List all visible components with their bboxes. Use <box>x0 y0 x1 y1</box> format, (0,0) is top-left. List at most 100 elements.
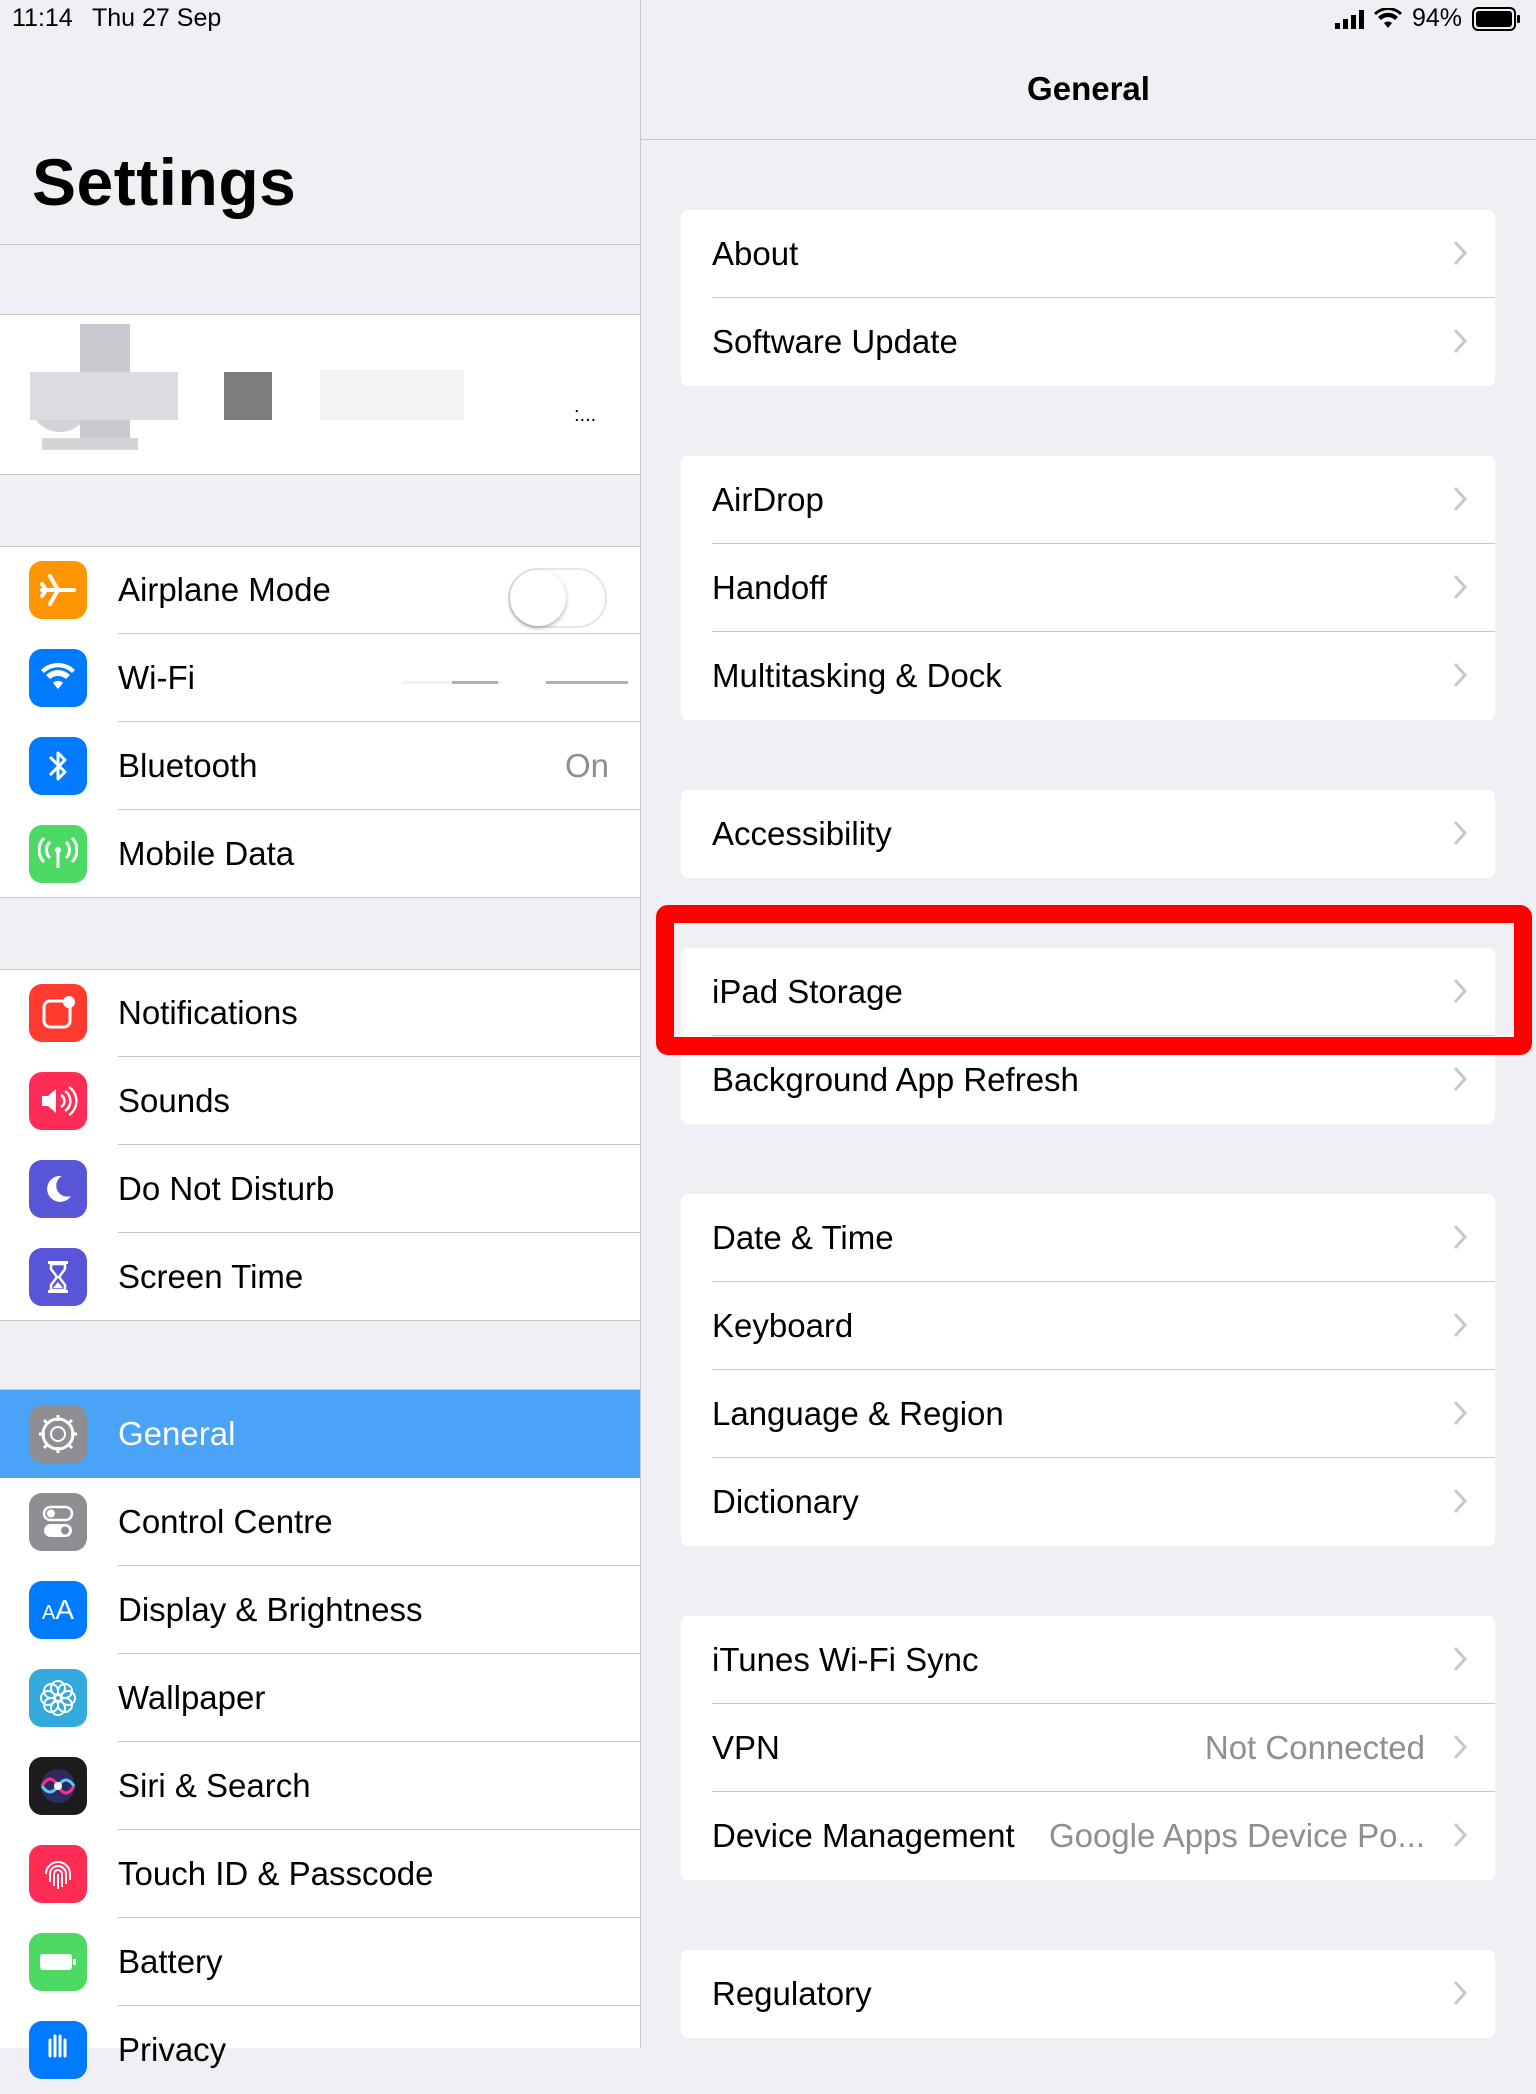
chevron-right-icon <box>1453 1980 1467 2006</box>
sidebar-item-do-not-disturb[interactable]: Do Not Disturb <box>0 1145 640 1233</box>
chevron-right-icon <box>1453 1224 1467 1250</box>
about-row[interactable]: About <box>681 210 1495 298</box>
settings-card: AirDrop Handoff Multitasking & Dock <box>681 456 1495 720</box>
row-label: Date & Time <box>712 1219 894 1256</box>
siri-icon <box>29 1757 87 1815</box>
sidebar-item-label: Touch ID & Passcode <box>118 1855 434 1892</box>
connectivity-group: Airplane Mode Wi-Fi Bluetooth On Mobile … <box>0 546 640 898</box>
settings-card: Date & Time Keyboard Language & Region D… <box>681 1194 1495 1546</box>
sidebar-item-label: Notifications <box>118 994 298 1031</box>
row-label: Handoff <box>712 569 827 606</box>
chevron-right-icon <box>1453 1400 1467 1426</box>
sidebar-item-notifications[interactable]: Notifications <box>0 969 640 1057</box>
battery-status-icon <box>1472 6 1520 31</box>
redacted-value <box>452 681 498 684</box>
sidebar-item-general[interactable]: General <box>0 1390 640 1478</box>
sidebar-item-battery[interactable]: Battery <box>0 1918 640 2006</box>
status-indicators: 94% <box>1334 4 1522 33</box>
sidebar-item-wifi[interactable]: Wi-Fi <box>0 634 640 722</box>
settings-card: Regulatory <box>681 1950 1495 2038</box>
itunes-wifi-sync-row[interactable]: iTunes Wi-Fi Sync <box>681 1616 1495 1704</box>
chevron-right-icon <box>1453 328 1467 354</box>
device-management-value: Google Apps Device Po... <box>1048 1817 1425 1854</box>
nav-separator <box>641 139 1536 140</box>
chevron-right-icon <box>1453 1822 1467 1848</box>
vpn-row[interactable]: VPN Not Connected <box>681 1704 1495 1792</box>
flower-icon <box>29 1669 87 1727</box>
sidebar-item-label: Bluetooth <box>118 747 258 784</box>
sidebar-item-label: Do Not Disturb <box>118 1170 335 1207</box>
settings-card: About Software Update <box>681 210 1495 386</box>
accessibility-row[interactable]: Accessibility <box>681 790 1495 878</box>
profile-detail: :... <box>574 404 597 426</box>
nav-title: General <box>1027 70 1150 107</box>
language-region-row[interactable]: Language & Region <box>681 1370 1495 1458</box>
redacted-value <box>546 681 628 684</box>
handoff-row[interactable]: Handoff <box>681 544 1495 632</box>
profile-row[interactable]: :... <box>0 314 640 474</box>
sidebar-item-label: Wallpaper <box>118 1679 266 1716</box>
separator <box>0 474 640 475</box>
general-group: General Control Centre AA Display & Brig… <box>0 1390 640 2079</box>
regulatory-row[interactable]: Regulatory <box>681 1950 1495 2038</box>
antenna-icon <box>29 825 87 883</box>
dictionary-row[interactable]: Dictionary <box>681 1458 1495 1546</box>
chevron-right-icon <box>1453 240 1467 266</box>
chevron-right-icon <box>1453 486 1467 512</box>
sidebar-item-sounds[interactable]: Sounds <box>0 1057 640 1145</box>
chevron-right-icon <box>1453 1312 1467 1338</box>
separator <box>0 546 640 547</box>
keyboard-row[interactable]: Keyboard <box>681 1282 1495 1370</box>
software-update-row[interactable]: Software Update <box>681 298 1495 386</box>
row-label: Multitasking & Dock <box>712 657 1002 694</box>
sidebar-item-airplane-mode[interactable]: Airplane Mode <box>0 546 640 634</box>
text-size-icon: AA <box>29 1581 87 1639</box>
status-date: Thu 27 Sep <box>92 4 222 32</box>
sidebar-item-touch-id[interactable]: Touch ID & Passcode <box>0 1830 640 1918</box>
row-label: Dictionary <box>712 1483 859 1520</box>
device-management-row[interactable]: Device Management Google Apps Device Po..… <box>681 1792 1495 1880</box>
sidebar-item-mobile-data[interactable]: Mobile Data <box>0 810 640 898</box>
airdrop-row[interactable]: AirDrop <box>681 456 1495 544</box>
row-label: Accessibility <box>712 815 892 852</box>
sidebar-item-label: Privacy <box>118 2031 227 2068</box>
sidebar-item-label: General <box>118 1415 236 1452</box>
cellular-signal-icon <box>1334 9 1364 29</box>
separator <box>0 1389 640 1390</box>
sidebar-item-bluetooth[interactable]: Bluetooth On <box>0 722 640 810</box>
row-label: Device Management <box>712 1817 1015 1854</box>
row-label: AirDrop <box>712 481 824 518</box>
hand-icon <box>29 2021 87 2079</box>
sidebar-item-screen-time[interactable]: Screen Time <box>0 1233 640 1321</box>
sidebar-item-siri-search[interactable]: Siri & Search <box>0 1742 640 1830</box>
airplane-mode-toggle[interactable] <box>508 568 607 628</box>
sidebar-item-wallpaper[interactable]: Wallpaper <box>0 1654 640 1742</box>
hourglass-icon <box>29 1248 87 1306</box>
notifications-icon <box>29 984 87 1042</box>
switches-icon <box>29 1493 87 1551</box>
date-time-row[interactable]: Date & Time <box>681 1194 1495 1282</box>
sidebar-item-display-brightness[interactable]: AA Display & Brightness <box>0 1566 640 1654</box>
row-label: Software Update <box>712 323 958 360</box>
sidebar-item-label: Screen Time <box>118 1258 304 1295</box>
sidebar-item-label: Control Centre <box>118 1503 333 1540</box>
redacted-block <box>42 438 138 450</box>
chevron-right-icon <box>1453 574 1467 600</box>
separator <box>0 314 640 315</box>
settings-card: Accessibility <box>681 790 1495 878</box>
redacted-block <box>224 372 272 420</box>
split-divider <box>640 0 641 2048</box>
header-separator <box>0 244 640 245</box>
gear-icon <box>29 1405 87 1463</box>
redacted-block <box>320 370 464 420</box>
wifi-icon <box>29 649 87 707</box>
row-label: iTunes Wi-Fi Sync <box>712 1641 979 1678</box>
sidebar-item-label: Display & Brightness <box>118 1591 423 1628</box>
row-label: Keyboard <box>712 1307 854 1344</box>
chevron-right-icon <box>1453 1646 1467 1672</box>
wifi-status-icon <box>1373 7 1402 28</box>
multitasking-dock-row[interactable]: Multitasking & Dock <box>681 632 1495 720</box>
sidebar-item-privacy[interactable]: Privacy <box>0 2006 640 2094</box>
sidebar-item-control-centre[interactable]: Control Centre <box>0 1478 640 1566</box>
chevron-right-icon <box>1453 1488 1467 1514</box>
